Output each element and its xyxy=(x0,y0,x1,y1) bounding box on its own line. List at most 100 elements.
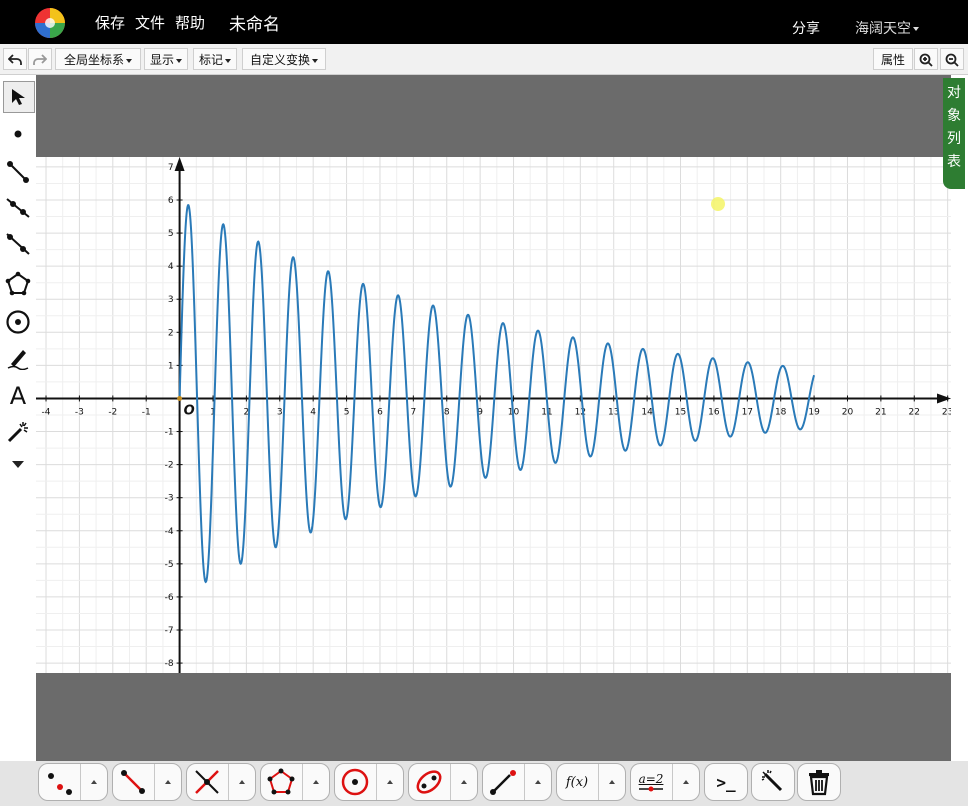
function-tools-dropdown[interactable] xyxy=(598,764,625,800)
zoom-in-icon xyxy=(919,53,933,67)
conic-tools-group[interactable] xyxy=(408,763,478,801)
menu-file[interactable]: 文件 xyxy=(135,12,165,33)
point-tools-dropdown[interactable] xyxy=(80,764,107,800)
select-arrow-icon xyxy=(12,89,25,105)
object-list-tab[interactable]: 对象列表 xyxy=(943,78,965,189)
circle-tools-button[interactable] xyxy=(335,764,375,800)
polygon-tools-group[interactable] xyxy=(260,763,330,801)
parameter-tools-group[interactable]: a=2 xyxy=(630,763,700,801)
intersection-tools-button[interactable] xyxy=(187,764,227,800)
main-toolbar: 全局坐标系 显示 标记 自定义变换 属性 xyxy=(0,44,968,75)
circle-tools-group[interactable] xyxy=(334,763,404,801)
x-tick-label: 20 xyxy=(842,407,854,417)
magic-icon xyxy=(761,770,783,792)
command-icon: >_ xyxy=(716,772,736,792)
text-tool-button[interactable]: A xyxy=(3,381,33,411)
text-icon: A xyxy=(9,382,27,410)
x-tick-label: 19 xyxy=(808,407,820,417)
top-menu-bar: 保存 文件 帮助 未命名 分享 海阔天空 xyxy=(0,0,968,44)
point-tools-group[interactable] xyxy=(38,763,108,801)
undo-button[interactable] xyxy=(3,48,27,70)
chevron-down-icon xyxy=(913,27,919,31)
point-tools-icon xyxy=(48,773,72,795)
circle-tools-dropdown[interactable] xyxy=(376,764,403,800)
coord-system-dropdown[interactable]: 全局坐标系 xyxy=(55,48,141,70)
workspace-margin-top xyxy=(36,75,944,157)
ray-tool-button[interactable] xyxy=(3,193,33,223)
trash-button[interactable] xyxy=(797,763,841,801)
chevron-down-icon xyxy=(225,58,231,63)
parameter-tools-button[interactable]: a=2 xyxy=(631,764,671,800)
segment-tools-button[interactable] xyxy=(113,764,153,800)
intersection-tools-group[interactable] xyxy=(186,763,256,801)
custom-transform-dropdown[interactable]: 自定义变换 xyxy=(242,48,326,70)
parameter-tools-icon: a=2 xyxy=(638,772,664,786)
polygon-tool-button[interactable] xyxy=(3,269,33,299)
line-tool-button[interactable] xyxy=(3,229,33,259)
transform-tools-group[interactable] xyxy=(482,763,552,801)
point-tools-button[interactable] xyxy=(39,764,79,800)
menu-save[interactable]: 保存 xyxy=(95,12,125,33)
undo-icon xyxy=(7,54,22,65)
function-tools-group[interactable]: f(x) xyxy=(556,763,626,801)
command-button[interactable]: >_ xyxy=(704,763,748,801)
conic-tools-dropdown[interactable] xyxy=(450,764,477,800)
y-axis-arrow-icon xyxy=(174,157,185,171)
select-tool-button[interactable] xyxy=(3,81,35,113)
chevron-down-icon xyxy=(312,58,318,63)
left-tool-panel: A xyxy=(0,75,36,760)
chevron-up-icon xyxy=(313,780,319,784)
menu-help[interactable]: 帮助 xyxy=(175,12,205,33)
function-tools-icon: f(x) xyxy=(565,774,589,790)
mark-dropdown[interactable]: 标记 xyxy=(193,48,237,70)
y-tick-label: 5 xyxy=(168,229,174,239)
pen-tool-button[interactable] xyxy=(3,343,33,373)
more-tools-button[interactable] xyxy=(3,449,33,479)
chevron-up-icon xyxy=(239,780,245,784)
x-tick-label: 15 xyxy=(675,407,686,417)
transform-tools-button[interactable] xyxy=(483,764,523,800)
display-dropdown[interactable]: 显示 xyxy=(144,48,188,70)
polygon-tools-dropdown[interactable] xyxy=(302,764,329,800)
parameter-tools-dropdown[interactable] xyxy=(672,764,699,800)
display-label: 显示 xyxy=(149,53,174,67)
redo-button[interactable] xyxy=(28,48,52,70)
document-title[interactable]: 未命名 xyxy=(229,10,280,35)
segment-tools-group[interactable] xyxy=(112,763,182,801)
conic-tools-icon xyxy=(416,770,442,794)
function-plot[interactable]: -4 -3 -2 -1 1 2 3 4 5 6 7 8 9 10 11 12 13 14 15 16 17 18 19 20 2… xyxy=(36,157,953,673)
y-tick-label: -6 xyxy=(165,593,174,603)
polygon-tools-button[interactable] xyxy=(261,764,301,800)
transform-tools-dropdown[interactable] xyxy=(524,764,551,800)
point-tool-button[interactable] xyxy=(3,119,33,149)
chevron-up-icon xyxy=(387,780,393,784)
x-axis-arrow-icon xyxy=(937,393,951,404)
y-tick-label: 6 xyxy=(168,196,174,206)
app-logo-icon[interactable] xyxy=(34,7,66,39)
user-menu[interactable]: 海阔天空 xyxy=(855,18,919,38)
intersection-tools-dropdown[interactable] xyxy=(228,764,255,800)
zoom-in-button[interactable] xyxy=(914,48,938,70)
function-tools-button[interactable]: f(x) xyxy=(557,764,597,800)
magic-button[interactable] xyxy=(751,763,795,801)
graph-canvas[interactable]: -4 -3 -2 -1 1 2 3 4 5 6 7 8 9 10 11 12 13 14 15 16 17 18 19 20 2… xyxy=(36,157,953,673)
share-button[interactable]: 分享 xyxy=(792,18,820,38)
segment-tools-icon xyxy=(121,770,145,794)
y-tick-label: 1 xyxy=(168,361,174,371)
magic-wand-tool-button[interactable] xyxy=(3,417,33,447)
chevron-up-icon xyxy=(461,780,467,784)
magic-wand-icon xyxy=(7,422,28,443)
redo-icon xyxy=(33,54,48,65)
y-tick-label: -1 xyxy=(165,428,174,438)
circle-tools-icon xyxy=(341,768,369,796)
segment-tool-button[interactable] xyxy=(3,157,33,187)
zoom-out-button[interactable] xyxy=(940,48,964,70)
conic-tools-button[interactable] xyxy=(409,764,449,800)
workspace-margin-bottom xyxy=(36,673,951,761)
circle-tool-button[interactable] xyxy=(3,307,33,337)
y-tick-label: -7 xyxy=(165,626,174,636)
properties-button[interactable]: 属性 xyxy=(873,48,913,70)
x-tick-label: 4 xyxy=(310,407,316,417)
object-list-label: 对象列表 xyxy=(947,85,961,170)
segment-tools-dropdown[interactable] xyxy=(154,764,181,800)
